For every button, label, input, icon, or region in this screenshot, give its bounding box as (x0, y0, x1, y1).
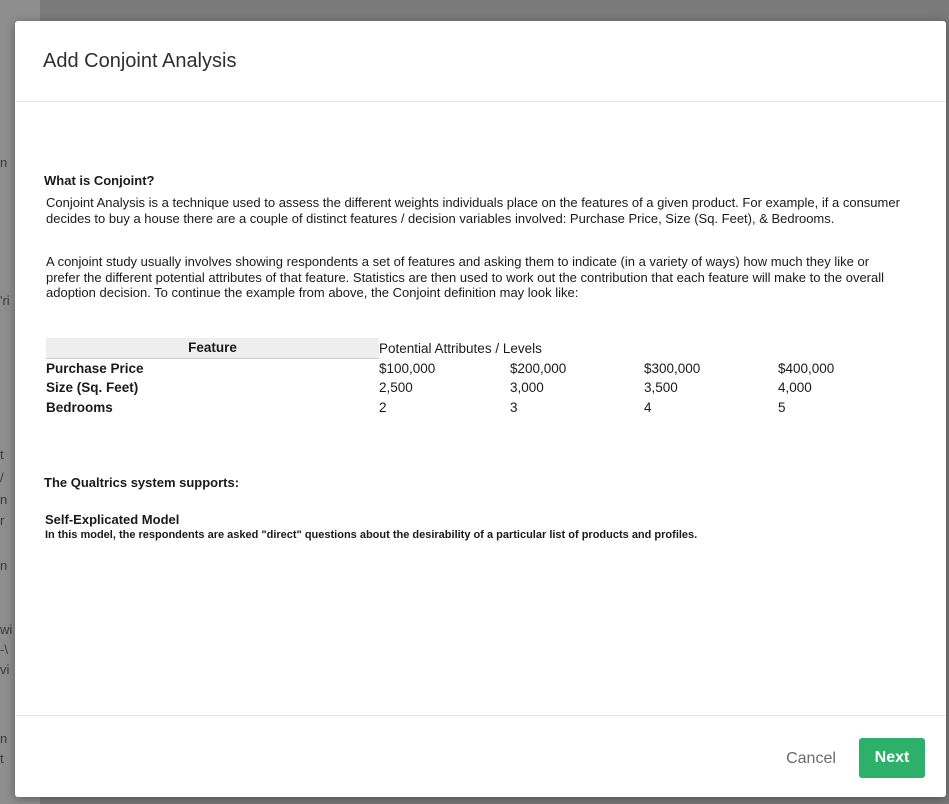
model-title: Self-Explicated Model (45, 512, 180, 527)
background-text: / (0, 470, 4, 485)
modal-body: What is Conjoint? Conjoint Analysis is a… (15, 103, 946, 715)
level-value: $300,000 (644, 360, 701, 376)
background-text: n (0, 492, 8, 507)
cancel-button[interactable]: Cancel (776, 740, 846, 778)
study-paragraph: A conjoint study usually involves showin… (46, 254, 885, 300)
feature-column-header: Feature (46, 338, 379, 359)
background-text: -\ (0, 642, 8, 657)
level-value: $100,000 (379, 360, 436, 376)
level-value: 2 (379, 399, 387, 415)
level-value: 4,000 (778, 380, 812, 396)
background-text: vi (0, 662, 10, 677)
level-value: $200,000 (510, 360, 567, 376)
feature-name: Size (Sq. Feet) (46, 380, 139, 396)
levels-column-header: Potential Attributes / Levels (379, 340, 542, 356)
background-text: n (0, 155, 8, 170)
background-text: t (0, 751, 4, 766)
level-value: 4 (644, 399, 652, 415)
modal-header: Add Conjoint Analysis (15, 21, 946, 102)
background-text: n (0, 558, 8, 573)
level-value: 2,500 (379, 380, 413, 396)
model-description: In this model, the respondents are asked… (45, 529, 698, 541)
table-row: Bedrooms 2 3 4 5 (46, 398, 878, 418)
conjoint-example-table: Feature Potential Attributes / Levels Pu… (46, 338, 878, 417)
feature-name: Purchase Price (46, 360, 144, 376)
feature-name: Bedrooms (46, 399, 113, 415)
intro-paragraph: Conjoint Analysis is a technique used to… (46, 195, 900, 226)
level-value: 5 (778, 399, 786, 415)
modal-title: Add Conjoint Analysis (43, 50, 237, 72)
background-text: t (0, 447, 4, 462)
background-text: wi (0, 622, 13, 637)
level-value: 3 (510, 399, 518, 415)
background-text: r (0, 513, 5, 528)
level-value: $400,000 (778, 360, 835, 376)
table-header-row: Feature Potential Attributes / Levels (46, 338, 878, 359)
table-row: Size (Sq. Feet) 2,500 3,000 3,500 4,000 (46, 378, 878, 398)
supports-heading: The Qualtrics system supports: (44, 475, 240, 490)
table-row: Purchase Price $100,000 $200,000 $300,00… (46, 358, 878, 378)
level-value: 3,000 (510, 380, 544, 396)
next-button[interactable]: Next (859, 738, 925, 778)
conjoint-modal: Add Conjoint Analysis What is Conjoint? … (15, 21, 946, 797)
level-value: 3,500 (644, 380, 678, 396)
background-text: 'ri (0, 293, 10, 308)
modal-footer: Cancel Next (15, 715, 946, 797)
what-is-conjoint-heading: What is Conjoint? (44, 173, 155, 188)
background-text: n (0, 731, 8, 746)
